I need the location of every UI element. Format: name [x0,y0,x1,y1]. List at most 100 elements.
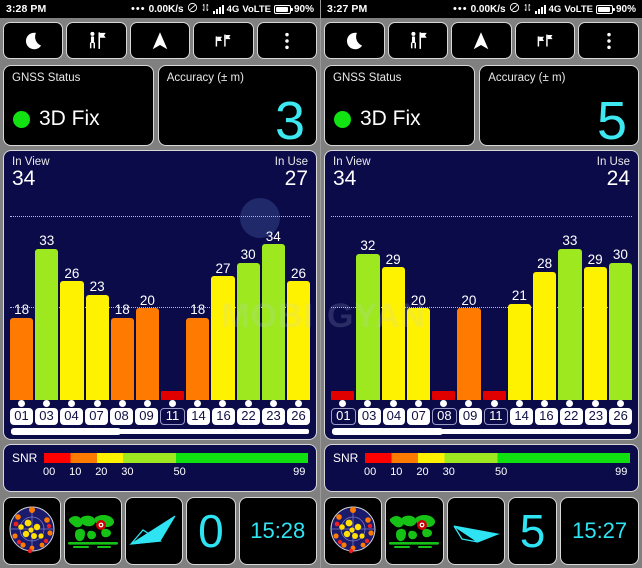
battery-percent-text: 90% [615,3,636,15]
compass-button[interactable] [446,497,505,565]
snr-tick-label: 10 [69,466,82,478]
satellite-dot-cell [609,400,632,408]
satellite-id-label[interactable]: 08 [432,408,457,425]
satellite-bar-column[interactable]: 21 [507,194,531,401]
satellite-bar-column[interactable]: 30 [236,194,260,401]
person-flag-button[interactable] [66,22,127,59]
satellite-bar-column[interactable]: 26 [286,194,311,401]
compass-button[interactable] [125,497,184,565]
moon-icon [343,30,365,52]
satellite-id-label[interactable]: 22 [559,408,583,425]
speed-display[interactable]: 0 [186,497,236,565]
status-cards-row: GNSS Status 3D Fix Accuracy (± m) 5 [321,63,642,148]
status-bar: 3:27 PM ••• 0.00K/s 4G VoLTE 90% [321,0,642,18]
satellite-id-label[interactable]: 16 [535,408,558,425]
satellite-bar-column[interactable]: 29 [583,194,607,401]
satellite-bar-column[interactable] [482,194,506,401]
satellite-bar-column[interactable]: 26 [60,194,84,401]
satellite-bar-column[interactable]: 18 [110,194,134,401]
satellite-bar-column[interactable]: 32 [356,194,380,401]
accuracy-card[interactable]: Accuracy (± m) 3 [157,65,317,148]
satellite-id-label[interactable]: 01 [10,408,33,425]
satellite-bar-column[interactable]: 33 [35,194,59,401]
satellite-bar-column[interactable]: 20 [457,194,481,401]
two-flags-icon [534,30,556,52]
satellite-bar-column[interactable]: 20 [406,194,430,401]
satellite-id-label[interactable]: 08 [110,408,133,425]
night-mode-button[interactable] [324,22,385,59]
sky-view-button[interactable] [324,497,383,565]
satellite-id-label[interactable]: 09 [458,408,482,425]
overflow-menu-button[interactable] [256,22,318,59]
satellite-bar-column[interactable]: 18 [186,194,210,401]
satellite-dot-cell [508,400,531,408]
battery-icon [595,4,615,14]
chart-horizontal-scrollbar[interactable] [11,428,309,435]
time-display[interactable]: 15:28 [238,497,317,565]
network-type-text: 4G [548,3,562,15]
snr-tick-label: 20 [416,466,429,478]
map-view-button[interactable] [385,497,444,565]
satellite-id-label[interactable]: 26 [609,408,632,425]
navigation-button[interactable] [451,22,512,59]
satellite-bar-column[interactable]: 29 [381,194,405,401]
satellite-id-label[interactable]: 23 [262,408,285,425]
accuracy-card[interactable]: Accuracy (± m) 5 [479,65,639,148]
satellite-id-label[interactable]: 07 [85,408,108,425]
map-view-button[interactable] [64,497,123,565]
satellite-bar-column[interactable]: 34 [261,194,285,401]
satellite-dot-cell [111,400,134,408]
satellite-id-label[interactable]: 16 [212,408,235,425]
night-mode-button[interactable] [3,22,64,59]
satellite-id-label[interactable]: 14 [187,408,210,425]
satellite-id-label[interactable]: 09 [135,408,158,425]
scrollbar-thumb[interactable] [11,428,122,435]
satellite-bar-column[interactable]: 33 [558,194,582,401]
flags-button[interactable] [193,22,254,59]
scrollbar-thumb[interactable] [332,428,443,435]
satellite-bar-column[interactable] [432,194,456,401]
time-display[interactable]: 15:27 [560,497,639,565]
chart-horizontal-scrollbar[interactable] [332,428,631,435]
satellite-bar-column[interactable]: 18 [10,194,34,401]
satellite-used-dot [43,400,51,408]
satellite-dot-cell [10,400,33,408]
satellite-id-label[interactable]: 14 [510,408,533,425]
satellite-id-label[interactable]: 26 [287,408,310,425]
satellite-snr-bar [261,244,285,401]
satellite-bar-column[interactable]: 23 [85,194,109,401]
satellite-id-label[interactable]: 22 [237,408,260,425]
flags-button[interactable] [514,22,576,59]
satellite-id-label[interactable]: 03 [357,408,381,425]
overflow-menu-button[interactable] [578,22,639,59]
person-flag-button[interactable] [387,22,449,59]
satellite-bar-column[interactable] [331,194,355,401]
bar-value-label: 27 [215,260,231,276]
satellite-id-label[interactable]: 01 [331,408,356,425]
satellite-bar-column[interactable]: 20 [135,194,160,401]
satellite-id-label[interactable]: 03 [35,408,58,425]
signal-bars-icon [534,4,546,14]
satellite-id-label[interactable]: 11 [483,408,509,425]
satellite-id-label[interactable]: 11 [160,408,185,425]
satellite-id-label[interactable]: 07 [407,408,430,425]
sky-view-button[interactable] [3,497,62,565]
satellite-dot-cell [86,400,109,408]
satellite-bar-column[interactable]: 28 [533,194,557,401]
chart-plot-area: 18 33 26 23 18 20 18 27 30 34 26 [10,194,311,401]
gnss-status-card[interactable]: GNSS Status 3D Fix [3,65,154,146]
satellite-bar-column[interactable]: 27 [211,194,235,401]
satellite-snr-bar [457,308,481,401]
gnss-status-value: 3D Fix [360,107,421,130]
speed-display[interactable]: 5 [507,497,558,565]
circle-slash-icon [509,2,520,16]
navigation-button[interactable] [129,22,191,59]
gnss-status-card[interactable]: GNSS Status 3D Fix [324,65,476,146]
snr-tick-label: 30 [121,466,134,478]
satellite-id-label[interactable]: 04 [382,408,406,425]
satellite-id-label[interactable]: 23 [584,408,608,425]
satellite-bar-column[interactable] [161,194,185,401]
satellite-id-label[interactable]: 04 [60,408,83,425]
satellite-bar-column[interactable]: 30 [608,194,632,401]
snr-legend-label: SNR [333,451,359,465]
